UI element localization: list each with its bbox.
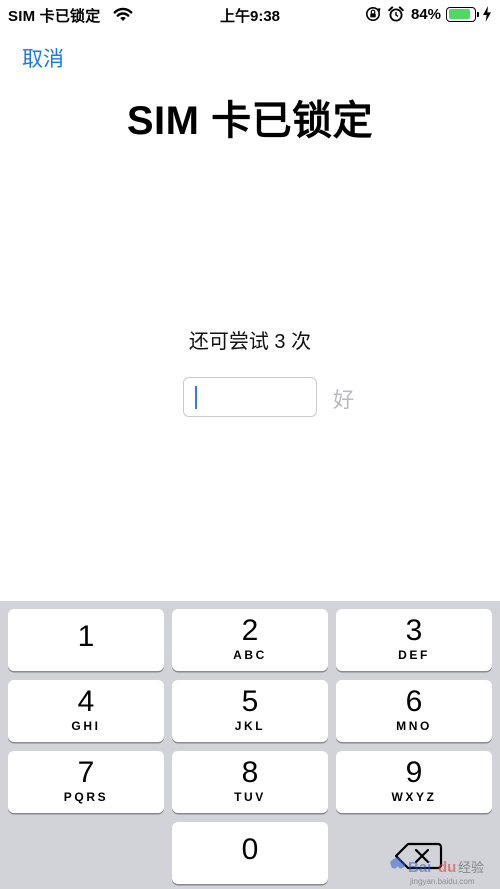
text-cursor — [195, 386, 197, 409]
key-letters: PQRS — [63, 790, 109, 804]
status-right-group: 84% — [365, 4, 492, 24]
key-letters: MNO — [396, 719, 432, 733]
key-6[interactable]: 6 MNO — [336, 680, 492, 742]
attempts-remaining-text: 还可尝试 3 次 — [188, 331, 312, 353]
battery-icon — [446, 6, 479, 22]
key-4[interactable]: 4 GHI — [8, 680, 164, 742]
svg-text:Bai: Bai — [408, 859, 431, 876]
key-letters: GHI — [71, 719, 101, 733]
key-digit: 2 — [241, 614, 259, 647]
key-digit: 6 — [405, 685, 423, 718]
key-digit: 7 — [77, 756, 95, 789]
key-digit: 4 — [77, 685, 95, 718]
cancel-button[interactable]: 取消 — [22, 43, 64, 73]
key-digit: 1 — [77, 620, 95, 653]
key-1[interactable]: 1 — [8, 609, 164, 671]
key-letters: TUV — [234, 790, 266, 804]
key-letters: JKL — [234, 719, 266, 733]
key-digit: 3 — [405, 614, 423, 647]
svg-text:经验: 经验 — [458, 860, 484, 876]
page-title: SIM 卡已锁定 — [126, 99, 374, 143]
key-0[interactable]: 0 — [172, 822, 328, 884]
key-9[interactable]: 9 WXYZ — [336, 751, 492, 813]
battery-percent: 84% — [410, 5, 441, 23]
key-3[interactable]: 3 DEF — [336, 609, 492, 671]
battery-tip — [477, 11, 479, 17]
alarm-icon — [388, 6, 404, 22]
key-digit: 0 — [241, 833, 259, 866]
key-8[interactable]: 8 TUV — [172, 751, 328, 813]
key-letters: WXYZ — [391, 790, 437, 804]
key-letters: ABC — [233, 648, 267, 662]
key-digit: 9 — [405, 756, 423, 789]
rotation-lock-icon — [365, 7, 381, 21]
battery-level-fill — [448, 9, 470, 19]
charging-bolt-icon — [483, 6, 491, 22]
key-2[interactable]: 2 ABC — [172, 609, 328, 671]
key-7[interactable]: 7 PQRS — [8, 751, 164, 813]
sim-pin-input[interactable] — [183, 377, 317, 417]
status-bar: SIM 卡已锁定 上午9:38 84% — [0, 0, 500, 30]
svg-text:du: du — [438, 859, 456, 876]
svg-text:jingyan.baidu.com: jingyan.baidu.com — [409, 877, 475, 886]
key-letters: DEF — [398, 648, 430, 662]
ok-button[interactable]: 好 — [333, 384, 354, 414]
key-digit: 8 — [241, 756, 259, 789]
key-5[interactable]: 5 JKL — [172, 680, 328, 742]
key-digit: 5 — [241, 685, 259, 718]
baidu-watermark: Bai du 经验 jingyan.baidu.com — [390, 857, 484, 886]
